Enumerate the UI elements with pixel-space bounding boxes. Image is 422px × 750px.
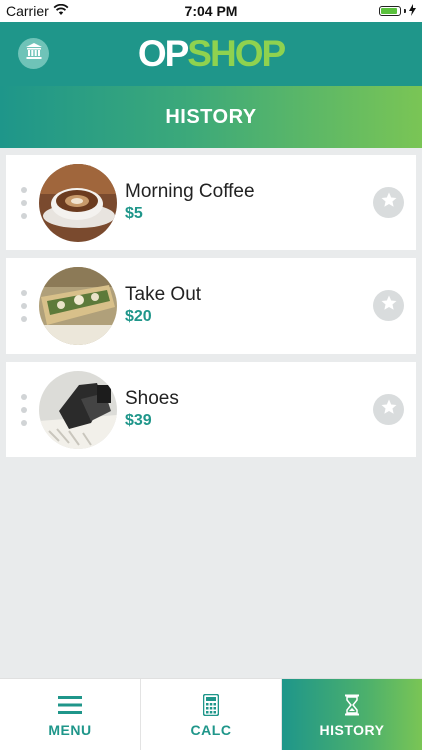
history-list: Morning Coffee $5 Take Out $20 Shoes $39 [6,155,416,465]
title-band: HISTORY [0,86,422,148]
status-left: Carrier [0,3,69,19]
app-screen: Carrier 7:04 PM OPSHOP HISTORY Morning C… [0,0,422,750]
star-icon [380,191,398,214]
item-price: $39 [125,412,152,429]
carrier-label: Carrier [6,3,49,19]
star-icon [380,294,398,317]
favorite-button[interactable] [373,394,404,425]
hamburger-icon [58,692,82,718]
item-title: Morning Coffee [125,181,255,202]
history-item[interactable]: Take Out $20 [6,258,416,354]
status-right [379,3,422,19]
page-title: HISTORY [165,105,257,128]
status-bar: Carrier 7:04 PM [0,0,422,22]
drag-handle[interactable] [21,394,27,426]
item-price: $5 [125,205,143,222]
tab-history[interactable]: HISTORY [281,679,422,750]
tab-label: CALC [190,721,232,738]
tab-menu[interactable]: MENU [0,679,140,750]
calculator-icon [203,692,219,718]
item-title: Take Out [125,284,202,305]
tab-bar: MENU CALC HISTORY [0,678,422,750]
item-price: $20 [125,308,152,325]
drag-handle[interactable] [21,187,27,219]
hourglass-icon [344,692,360,718]
wifi-icon [53,3,69,19]
tab-label: HISTORY [319,721,385,738]
battery-icon [379,6,401,16]
app-header: OPSHOP [0,22,422,86]
battery-cap [404,9,406,13]
history-item[interactable]: Shoes $39 [6,362,416,457]
logo-shop: SHOP [187,33,286,74]
drag-handle[interactable] [21,290,27,322]
charging-icon [409,3,416,19]
takeout-photo [39,267,117,345]
favorite-button[interactable] [373,187,404,218]
tab-calc[interactable]: CALC [140,679,281,750]
logo-op: OP [137,33,189,74]
history-item[interactable]: Morning Coffee $5 [6,155,416,250]
app-logo: OPSHOP [0,33,422,75]
coffee-photo [39,164,117,242]
item-title: Shoes [125,388,179,409]
favorite-button[interactable] [373,290,404,321]
shoes-photo [39,371,117,449]
tab-label: MENU [48,721,92,738]
star-icon [380,398,398,421]
